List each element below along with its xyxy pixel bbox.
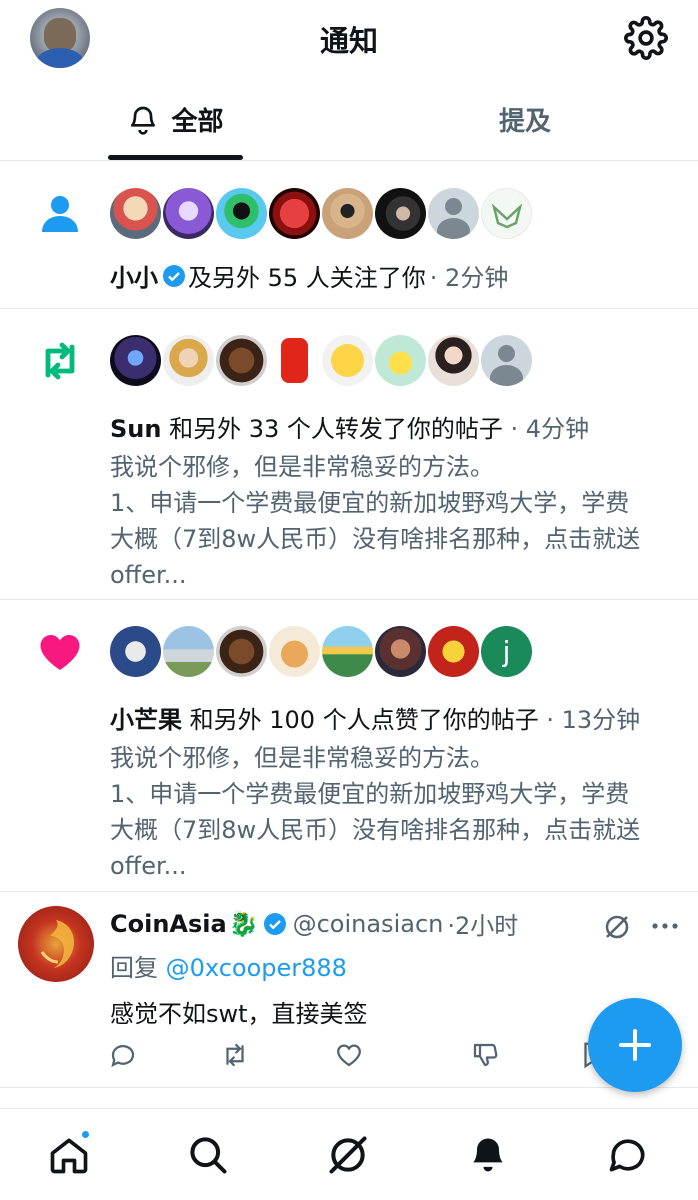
notification-message: 和另外 33 个人转发了你的帖子: [161, 415, 503, 443]
avatar[interactable]: [110, 335, 161, 386]
active-tab-indicator: [108, 155, 243, 160]
notification-text: 小小 及另外 55 人关注了你 · 2分钟: [110, 258, 508, 293]
avatar[interactable]: [269, 188, 320, 239]
search-icon[interactable]: [186, 1133, 230, 1177]
tweet-header: CoinAsia 🐉 @coinasiacn ·2小时: [110, 906, 518, 941]
snippet-line: offer...: [110, 852, 187, 880]
grok-icon[interactable]: [602, 912, 632, 942]
person-icon: [42, 196, 78, 232]
avatar[interactable]: [375, 335, 426, 386]
dislike-icon[interactable]: [470, 1040, 500, 1070]
repost-icon[interactable]: [220, 1040, 250, 1070]
tweet-author-name[interactable]: CoinAsia: [110, 910, 227, 938]
compose-button[interactable]: [588, 998, 682, 1092]
notification-text: Sun 和另外 33 个人转发了你的帖子 · 4分钟: [110, 409, 589, 444]
reply-context: 回复 @0xcooper888: [110, 948, 347, 983]
notification-follow[interactable]: 小小 及另外 55 人关注了你 · 2分钟: [0, 162, 698, 309]
snippet-line: 大概（7到8w人民币）没有啥排名那种，点击就送: [110, 525, 641, 553]
post-snippet[interactable]: 我说个邪修，但是非常稳妥的方法。 1、申请一个学费最便宜的新加坡野鸡大学，学费 …: [110, 740, 690, 884]
reply-icon[interactable]: [108, 1040, 138, 1070]
avatar[interactable]: [428, 335, 479, 386]
snippet-line: 我说个邪修，但是非常稳妥的方法。: [110, 744, 494, 772]
settings-gear-icon[interactable]: [624, 16, 668, 60]
snippet-line: 我说个邪修，但是非常稳妥的方法。: [110, 453, 494, 481]
avatar[interactable]: [163, 335, 214, 386]
post-snippet[interactable]: 我说个邪修，但是非常稳妥的方法。 1、申请一个学费最便宜的新加坡野鸡大学，学费 …: [110, 449, 690, 593]
avatar[interactable]: [428, 626, 479, 677]
home-notification-dot: [80, 1129, 91, 1140]
tweet-time: ·2小时: [447, 912, 519, 940]
grok-icon[interactable]: [326, 1133, 370, 1177]
avatar[interactable]: [269, 335, 320, 386]
verified-badge-icon: [263, 912, 286, 935]
mask-logo-icon: [491, 203, 523, 229]
notification-like[interactable]: j 小芒果 和另外 100 个人点赞了你的帖子 · 13分钟 我说个邪修，但是非…: [0, 600, 698, 892]
avatar[interactable]: [216, 188, 267, 239]
more-options-icon[interactable]: [650, 916, 680, 936]
avatar[interactable]: [216, 335, 267, 386]
reply-prefix: 回复: [110, 954, 166, 982]
notification-time: · 13分钟: [546, 706, 641, 734]
snippet-line: 大概（7到8w人民币）没有啥排名那种，点击就送: [110, 816, 641, 844]
snippet-line: 1、申请一个学费最便宜的新加坡野鸡大学，学费: [110, 489, 630, 517]
page-title: 通知: [319, 24, 378, 58]
tab-mentions-label: 提及: [498, 107, 551, 137]
notification-tabs: 全部 提及: [0, 78, 698, 161]
avatar[interactable]: [110, 188, 161, 239]
actor-name[interactable]: Sun: [110, 415, 161, 443]
top-bar: 通知: [0, 0, 698, 78]
messages-icon[interactable]: [606, 1133, 650, 1177]
snippet-line: 1、申请一个学费最便宜的新加坡野鸡大学，学费: [110, 780, 630, 808]
avatar[interactable]: [163, 626, 214, 677]
liker-avatars: j: [110, 626, 532, 677]
tweet-author-avatar[interactable]: [18, 906, 94, 982]
notification-time: · 2分钟: [429, 264, 509, 292]
repost-icon: [45, 342, 75, 380]
avatar[interactable]: [216, 626, 267, 677]
notification-text: 小芒果 和另外 100 个人点赞了你的帖子 · 13分钟: [110, 700, 640, 735]
avatar[interactable]: [375, 626, 426, 677]
tab-all-label: 全部: [171, 107, 224, 137]
notification-time: · 4分钟: [510, 415, 590, 443]
avatar[interactable]: [110, 626, 161, 677]
notification-repost[interactable]: Sun 和另外 33 个人转发了你的帖子 · 4分钟 我说个邪修，但是非常稳妥的…: [0, 309, 698, 600]
tweet-text: 感觉不如swt，直接美签: [110, 1000, 368, 1028]
avatar[interactable]: [322, 626, 373, 677]
plus-icon: [619, 1029, 651, 1061]
snippet-line: offer...: [110, 561, 187, 589]
notification-message: 及另外 55 人关注了你: [188, 264, 426, 292]
letter-avatar[interactable]: j: [481, 626, 532, 677]
tweet-actions: [108, 1040, 608, 1070]
avatar[interactable]: [481, 188, 532, 239]
avatar[interactable]: [322, 188, 373, 239]
avatar[interactable]: [322, 335, 373, 386]
avatar[interactable]: [375, 188, 426, 239]
reposter-avatars: [110, 335, 532, 386]
dragon-emoji: 🐉: [228, 909, 259, 938]
heart-icon: [40, 635, 80, 670]
notification-message: 和另外 100 个人点赞了你的帖子: [182, 706, 539, 734]
tab-all[interactable]: 全部: [108, 78, 243, 161]
bottom-navigation: [0, 1108, 698, 1200]
follower-avatars: [110, 188, 532, 239]
default-avatar[interactable]: [428, 188, 479, 239]
reply-to-handle[interactable]: @0xcooper888: [166, 954, 347, 982]
verified-badge-icon: [163, 264, 185, 287]
tab-mentions[interactable]: 提及: [450, 78, 600, 161]
actor-name[interactable]: 小小: [110, 258, 158, 293]
dragon-logo-icon: [40, 920, 74, 968]
avatar[interactable]: [163, 188, 214, 239]
avatar[interactable]: [269, 626, 320, 677]
like-icon[interactable]: [334, 1040, 364, 1070]
actor-name[interactable]: 小芒果: [110, 706, 182, 734]
default-avatar[interactable]: [481, 335, 532, 386]
notifications-icon[interactable]: [466, 1133, 510, 1177]
tweet-handle[interactable]: @coinasiacn: [293, 910, 444, 938]
bell-icon: [131, 106, 156, 135]
